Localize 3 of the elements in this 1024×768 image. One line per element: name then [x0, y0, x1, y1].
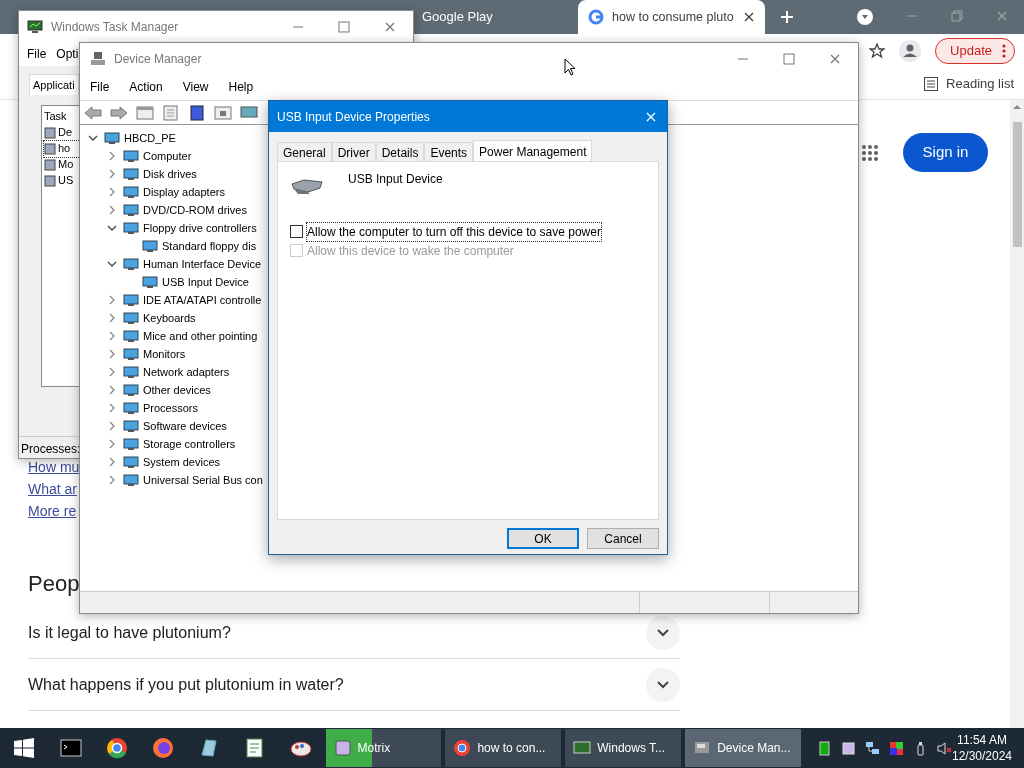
status-text: Processes: — [21, 442, 81, 456]
properties-dialog: USB Input Device Properties General Driver Details Events Power Management USB Input Device Allow the computer to turn off this device to save power Allow this device to wake the computer OK Cancel — [268, 100, 668, 555]
section-heading: Peop — [28, 570, 80, 598]
